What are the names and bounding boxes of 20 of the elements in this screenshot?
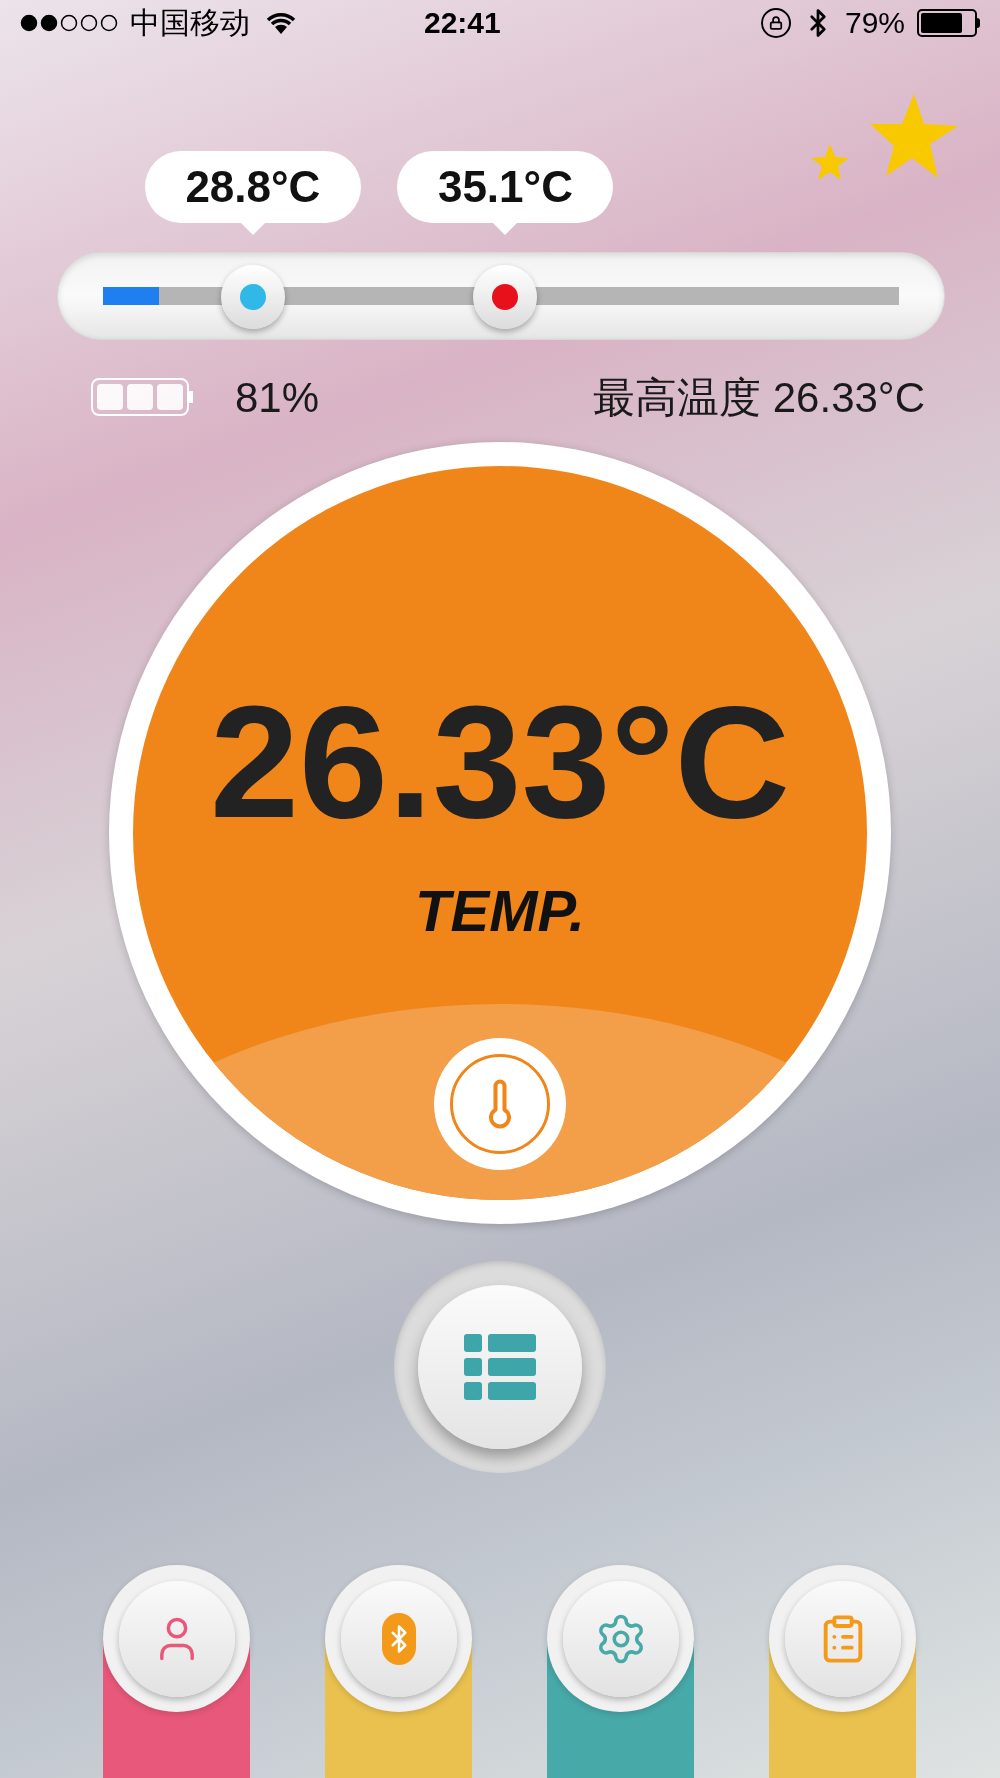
temperature-bubble: 35.1°C <box>397 151 614 223</box>
list-button[interactable] <box>418 1285 582 1449</box>
rotation-lock-icon <box>760 7 791 38</box>
temperature-value: 26.33°C <box>210 682 790 842</box>
status-time: 22:41 <box>424 5 501 41</box>
list-icon <box>464 1334 536 1400</box>
temperature-bubble: 28.8°C <box>144 151 361 223</box>
carrier-name: 中国移动 <box>130 5 250 41</box>
signal-icon <box>20 12 120 33</box>
battery-icon <box>917 8 980 37</box>
temperature-label: TEMP. <box>415 882 585 940</box>
battery-percent: 79% <box>844 5 905 41</box>
slider-thumb[interactable] <box>473 265 538 329</box>
bluetooth-icon <box>381 1612 416 1665</box>
device-battery-icon <box>91 378 193 416</box>
bubble-pointer <box>240 223 265 235</box>
device-battery-percent: 81% <box>235 372 320 423</box>
slider-thumb[interactable] <box>220 265 285 329</box>
bubble-pointer <box>493 223 518 235</box>
max-temperature: 最高温度 26.33°C <box>593 372 925 423</box>
